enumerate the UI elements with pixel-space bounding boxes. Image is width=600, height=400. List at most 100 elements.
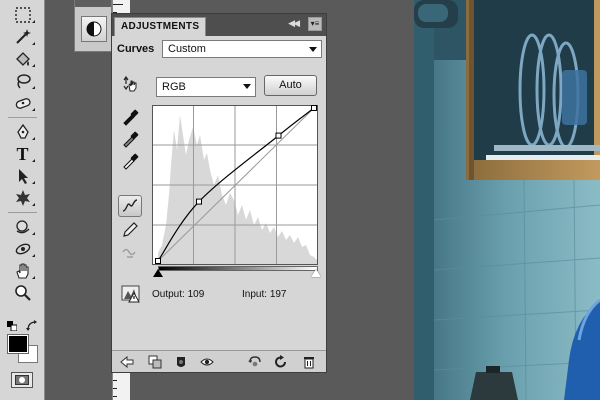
collapse-panel-icon[interactable]: ◀◀ [288, 18, 300, 29]
clip-to-layer-icon [148, 355, 162, 369]
3d-orbit-tool[interactable] [8, 238, 38, 260]
white-point-eyedropper[interactable] [118, 150, 142, 172]
ruler-tick [113, 380, 117, 381]
output-label: Output: [152, 289, 185, 300]
reset-icon [275, 355, 286, 368]
foreground-color-swatch[interactable] [7, 334, 29, 354]
show-clipping-icon[interactable] [121, 285, 141, 303]
previous-state-icon [248, 356, 261, 367]
chevron-down-icon [243, 84, 251, 89]
preset-dropdown[interactable]: Custom [162, 40, 322, 58]
marquee-tool[interactable] [8, 4, 38, 26]
adjustments-icon [86, 21, 102, 37]
trash-icon [304, 357, 314, 369]
output-readout: Output: 109 [152, 289, 204, 300]
3d-rotate-icon [15, 220, 29, 234]
paint-bucket-icon [15, 52, 30, 66]
panel-titlebar[interactable]: ADJUSTMENTS ◀◀ ▾≡ [112, 14, 326, 36]
default-colors-icon[interactable] [7, 321, 17, 331]
return-button[interactable] [118, 354, 136, 370]
curve-control-point[interactable] [196, 198, 202, 205]
spot-healing-icon [15, 98, 31, 109]
ruler-tick [113, 396, 117, 397]
pen-tool[interactable] [8, 121, 38, 143]
kitchen-photo [414, 0, 600, 400]
magic-wand-icon [15, 29, 31, 44]
auto-button[interactable]: Auto [264, 75, 317, 96]
pen-icon [16, 123, 29, 139]
input-value: 197 [269, 289, 287, 300]
arrow-cursor-icon [18, 169, 28, 184]
reset-button[interactable] [272, 354, 290, 370]
previous-state-button[interactable] [246, 354, 264, 370]
hand-icon [15, 263, 29, 279]
return-icon [120, 355, 134, 369]
swap-colors-icon[interactable] [26, 320, 38, 332]
curve-control-point[interactable] [275, 132, 282, 139]
lasso-tool[interactable] [8, 70, 38, 92]
targeted-adjustment-icon [123, 75, 137, 92]
black-point-slider[interactable] [153, 269, 163, 277]
input-gradient-bar [158, 266, 318, 271]
white-eyedropper-icon [123, 153, 139, 170]
dock-grip[interactable] [75, 0, 111, 7]
path-selection-tool[interactable] [8, 165, 38, 187]
spot-healing-tool[interactable] [8, 92, 38, 114]
draw-curve-pencil-tool[interactable] [118, 219, 142, 241]
type-tool[interactable]: T [8, 143, 38, 165]
panel-footer [112, 350, 326, 372]
tools-panel: T [0, 0, 45, 400]
adjustments-panel-button[interactable] [81, 16, 107, 42]
smooth-curve-tool[interactable] [118, 241, 142, 263]
edit-points-tool[interactable] [118, 195, 142, 217]
mask-icon [177, 357, 185, 367]
curve-control-point[interactable] [311, 105, 317, 111]
curve-control-point[interactable] [155, 258, 161, 264]
ruler-tick [113, 388, 117, 389]
visibility-button[interactable] [198, 354, 216, 370]
toolbar-divider [8, 212, 37, 213]
magic-wand-tool[interactable] [8, 26, 38, 48]
hand-tool[interactable] [8, 260, 38, 282]
zoom-icon [14, 285, 31, 301]
channel-value: RGB [162, 81, 186, 93]
clip-to-layer-button[interactable] [146, 354, 164, 370]
curve-icon [122, 199, 138, 212]
chevron-down-icon [309, 47, 317, 52]
zoom-tool[interactable] [8, 282, 38, 304]
adjustment-type-label: Curves [117, 43, 155, 55]
gray-eyedropper-icon [123, 131, 139, 148]
delete-button[interactable] [300, 354, 318, 370]
input-label: Input: [242, 289, 268, 300]
curves-graph[interactable] [152, 105, 318, 265]
shape-icon [15, 190, 30, 206]
collapsed-panel-dock [74, 0, 112, 52]
pencil-icon [123, 222, 138, 237]
ruler-tick [113, 4, 123, 5]
toolbar-divider [8, 117, 37, 118]
eye-icon [200, 358, 214, 366]
3d-rotate-tool[interactable] [8, 216, 38, 238]
black-eyedropper-icon [123, 109, 139, 126]
adjustments-panel: ADJUSTMENTS ◀◀ ▾≡ Curves Custom RGB Auto [111, 13, 327, 373]
lasso-icon [16, 74, 31, 89]
preset-value: Custom [168, 43, 206, 55]
smooth-curve-icon [122, 248, 136, 258]
tab-adjustments[interactable]: ADJUSTMENTS [114, 17, 207, 36]
paint-bucket-tool[interactable] [8, 48, 38, 70]
quick-mask-icon [15, 375, 29, 385]
mask-button[interactable] [172, 354, 190, 370]
custom-shape-tool[interactable] [8, 187, 38, 209]
quick-mask-button[interactable] [11, 372, 33, 388]
black-point-eyedropper[interactable] [118, 106, 142, 128]
type-icon: T [16, 143, 29, 164]
photo-canvas[interactable] [414, 0, 600, 400]
channel-dropdown[interactable]: RGB [156, 77, 256, 97]
targeted-adjustment-tool[interactable] [118, 73, 142, 95]
gray-point-eyedropper[interactable] [118, 128, 142, 150]
panel-menu-icon[interactable]: ▾≡ [308, 17, 322, 31]
input-readout: Input: 197 [242, 289, 287, 300]
white-point-slider[interactable] [311, 269, 321, 277]
3d-orbit-icon [15, 243, 30, 255]
output-value: 109 [187, 289, 205, 300]
